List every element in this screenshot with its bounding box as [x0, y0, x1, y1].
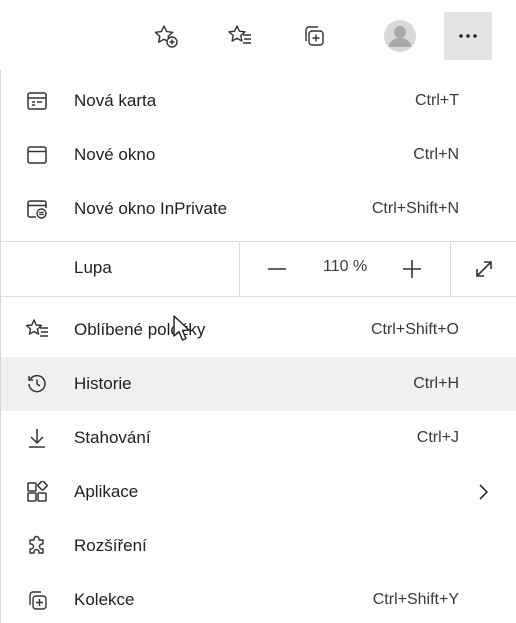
menu-item-label: Kolekce [74, 590, 135, 609]
menu-item-shortcut: Ctrl+T [415, 92, 459, 109]
zoom-divider [450, 242, 451, 296]
menu-item-label: Nová karta [74, 91, 157, 110]
settings-and-more-button[interactable] [444, 12, 492, 60]
menu-item-label: Stahování [74, 428, 151, 447]
menu-separator [1, 296, 516, 297]
add-favorite-button[interactable] [142, 12, 190, 60]
menu-item-collections[interactable]: Kolekce Ctrl+Shift+Y [1, 573, 516, 623]
new-window-icon [25, 143, 49, 167]
menu-item-extensions[interactable]: Rozšíření [1, 519, 516, 573]
menu-item-shortcut: Ctrl+H [413, 375, 459, 392]
favorites-icon [25, 318, 49, 342]
menu-item-shortcut: Ctrl+Shift+O [370, 321, 459, 338]
download-icon [25, 426, 49, 450]
plus-icon [403, 260, 421, 278]
menu-item-label: Nové okno [74, 145, 156, 164]
inprivate-window-icon [25, 197, 49, 221]
zoom-level-value: 110 % [323, 258, 368, 275]
zoom-label: Lupa [74, 258, 112, 277]
browser-toolbar [0, 0, 516, 70]
menu-item-new-window[interactable]: Nové okno Ctrl+N [1, 128, 516, 182]
menu-item-shortcut: Ctrl+N [413, 146, 459, 163]
fullscreen-button[interactable] [466, 251, 502, 287]
favorites-icon [228, 25, 251, 44]
profile-avatar [384, 20, 416, 52]
menu-item-favorites[interactable]: Oblíbené položky Ctrl+Shift+O [1, 303, 516, 357]
minus-icon [268, 268, 286, 270]
menu-item-new-inprivate-window[interactable]: Nové okno InPrivate Ctrl+Shift+N [1, 182, 516, 236]
add-favorite-icon [154, 25, 178, 48]
settings-menu: Nová karta Ctrl+T Nové okno Ctrl+N Nové … [0, 70, 516, 623]
zoom-out-button[interactable] [259, 251, 295, 287]
menu-item-shortcut: Ctrl+J [416, 429, 459, 446]
menu-item-new-tab[interactable]: Nová karta Ctrl+T [1, 74, 516, 128]
zoom-in-button[interactable] [394, 251, 430, 287]
fullscreen-icon [476, 261, 492, 277]
menu-item-shortcut: Ctrl+Shift+Y [372, 591, 459, 608]
collections-button[interactable] [290, 12, 338, 60]
menu-item-shortcut: Ctrl+Shift+N [371, 200, 459, 217]
menu-item-apps[interactable]: Aplikace [1, 465, 516, 519]
extensions-icon [25, 534, 49, 558]
history-icon [25, 372, 49, 396]
collections-icon [305, 26, 324, 46]
zoom-row: Lupa 110 % [1, 242, 516, 296]
favorites-button[interactable] [216, 12, 264, 60]
profile-button[interactable] [376, 12, 424, 60]
mouse-cursor-icon [173, 315, 190, 341]
menu-item-label: Aplikace [74, 482, 139, 501]
zoom-divider [239, 242, 240, 296]
menu-item-history[interactable]: Historie Ctrl+H [1, 357, 516, 411]
apps-icon [25, 480, 49, 504]
more-icon [459, 34, 477, 38]
menu-item-label: Historie [74, 374, 132, 393]
menu-item-label: Nové okno InPrivate [74, 199, 228, 218]
menu-item-label: Rozšíření [74, 536, 147, 555]
chevron-right-icon [475, 482, 491, 502]
edge-settings-menu-screenshot: Nová karta Ctrl+T Nové okno Ctrl+N Nové … [0, 0, 516, 623]
new-tab-icon [25, 89, 49, 113]
menu-item-downloads[interactable]: Stahování Ctrl+J [1, 411, 516, 465]
collections-icon [25, 588, 49, 612]
